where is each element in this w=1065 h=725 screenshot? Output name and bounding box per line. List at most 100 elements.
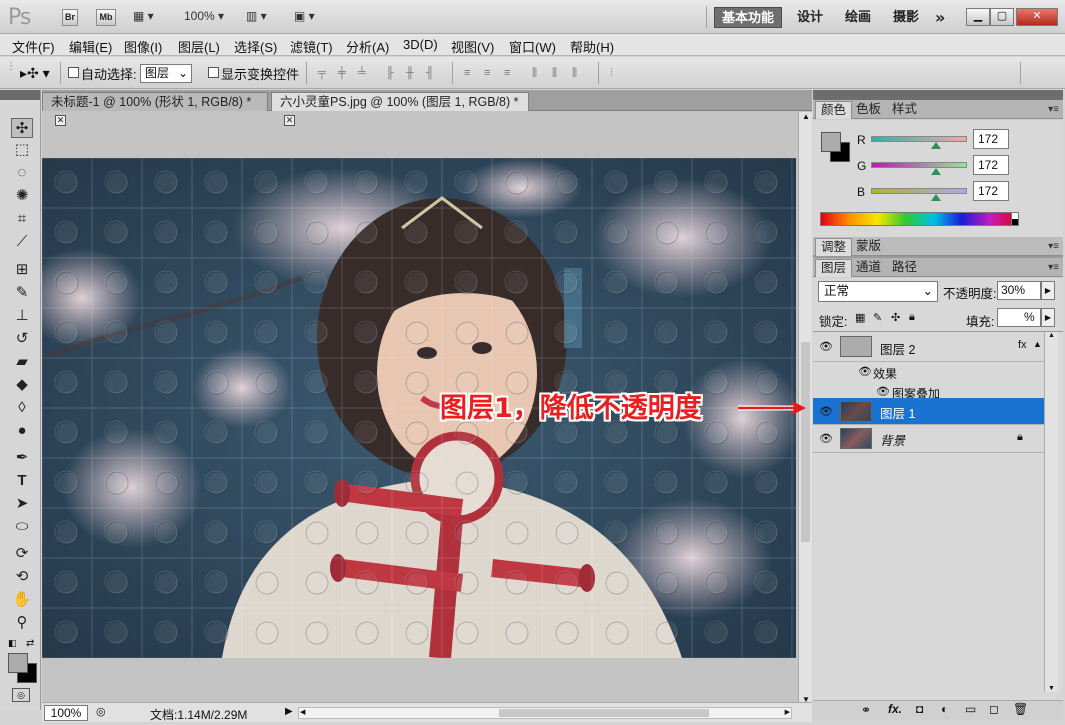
- layers-scrollbar[interactable]: ▲ ▼: [1044, 332, 1058, 692]
- auto-align-layers-icon[interactable]: ⫶: [610, 67, 624, 79]
- new-group-icon[interactable]: ▭: [965, 702, 976, 716]
- eye-icon[interactable]: 👁︎: [858, 365, 872, 378]
- workspace-basic[interactable]: 基本功能: [714, 7, 783, 28]
- distribute-bottom-icon[interactable]: ≡: [504, 67, 518, 79]
- panel-menu-icon[interactable]: ▾≡: [1048, 262, 1059, 273]
- workspace-design[interactable]: 设计: [790, 7, 830, 28]
- green-slider[interactable]: [871, 162, 967, 168]
- close-icon[interactable]: ✕: [55, 115, 66, 127]
- fill-slider-arrow-icon[interactable]: ▶: [1041, 308, 1055, 327]
- zoom-field[interactable]: 100%: [44, 705, 88, 721]
- fx-icon[interactable]: fx: [1018, 339, 1027, 351]
- align-top-icon[interactable]: ╤: [318, 67, 332, 79]
- zoom-tool-icon[interactable]: ⚲: [11, 613, 33, 633]
- bridge-button[interactable]: Br: [62, 9, 78, 26]
- menu-image[interactable]: 图像(I): [124, 37, 162, 56]
- distribute-right-icon[interactable]: ⫼: [572, 67, 586, 79]
- align-hcenter-icon[interactable]: ╫: [406, 67, 420, 79]
- close-icon[interactable]: ✕: [284, 115, 295, 127]
- eraser-tool-icon[interactable]: ▰: [11, 352, 33, 372]
- status-menu-arrow-icon[interactable]: ▶: [285, 706, 293, 717]
- scroll-up-icon[interactable]: ▲: [1048, 332, 1055, 339]
- move-tool-preset-icon[interactable]: ▸✣ ▾: [20, 65, 50, 82]
- color-spectrum[interactable]: [820, 212, 1019, 226]
- brush-tool-icon[interactable]: ✎: [11, 283, 33, 303]
- move-tool-icon[interactable]: ✣: [11, 118, 33, 138]
- panel-dock-header[interactable]: [813, 90, 1063, 100]
- 3d-orbit-tool-icon[interactable]: ⟲: [11, 567, 33, 587]
- menu-help[interactable]: 帮助(H): [570, 37, 614, 56]
- new-layer-icon[interactable]: ◻: [989, 702, 999, 716]
- blur-tool-icon[interactable]: ◊: [11, 398, 33, 418]
- tab-adjustments[interactable]: 调整: [815, 238, 853, 256]
- auto-select-checkbox[interactable]: [68, 67, 79, 78]
- tab-layers[interactable]: 图层: [815, 259, 853, 277]
- align-vcenter-icon[interactable]: ╪: [338, 67, 352, 79]
- minimize-button[interactable]: ▁: [966, 8, 990, 26]
- green-slider-knob[interactable]: [931, 168, 941, 175]
- scroll-right-icon[interactable]: ▶: [785, 708, 790, 716]
- 3d-rotate-tool-icon[interactable]: ⟳: [11, 544, 33, 564]
- swap-colors-icon[interactable]: ⇄: [26, 638, 34, 649]
- lock-all-icon[interactable]: 🔒︎: [909, 311, 915, 324]
- close-button[interactable]: ✕: [1016, 8, 1058, 26]
- layer-row[interactable]: 👁︎ 背景 🔒︎: [813, 425, 1044, 453]
- eye-icon[interactable]: 👁︎: [876, 385, 890, 398]
- menu-3d[interactable]: 3D(D): [403, 37, 438, 52]
- show-transform-checkbox[interactable]: [208, 67, 219, 78]
- menu-layer[interactable]: 图层(L): [178, 37, 220, 56]
- history-brush-tool-icon[interactable]: ↺: [11, 329, 33, 349]
- quick-mask-icon[interactable]: ◎: [12, 688, 30, 702]
- maximize-button[interactable]: ▢: [990, 8, 1014, 26]
- layer-name[interactable]: 图层 2: [880, 339, 915, 358]
- horizontal-scrollbar[interactable]: ◀ ▶: [298, 707, 792, 719]
- crop-tool-icon[interactable]: ⌗: [11, 209, 33, 229]
- opacity-field[interactable]: 30%: [997, 281, 1041, 300]
- eye-icon[interactable]: 👁︎: [819, 340, 833, 353]
- pen-tool-icon[interactable]: ✒: [11, 448, 33, 468]
- tab-active-document[interactable]: 六小灵童PS.jpg @ 100% (图层 1, RGB/8) * ✕: [271, 92, 529, 127]
- align-bottom-icon[interactable]: ╧: [358, 67, 372, 79]
- align-right-icon[interactable]: ╢: [426, 67, 440, 79]
- distribute-top-icon[interactable]: ≡: [464, 67, 478, 79]
- view-extras-dropdown[interactable]: ▦ ▾: [133, 9, 154, 23]
- delete-layer-icon[interactable]: 🗑︎: [1013, 702, 1028, 716]
- dodge-tool-icon[interactable]: ●: [11, 421, 33, 441]
- scroll-left-icon[interactable]: ◀: [300, 708, 305, 716]
- fx-button[interactable]: fx.: [888, 702, 902, 716]
- clone-stamp-tool-icon[interactable]: ⊥: [11, 306, 33, 326]
- add-mask-icon[interactable]: ◘: [916, 702, 923, 716]
- zoom-dropdown[interactable]: 100% ▾: [184, 9, 224, 23]
- lock-transparent-icon[interactable]: ▦: [855, 311, 865, 324]
- hand-tool-icon[interactable]: ✋: [11, 590, 33, 610]
- blue-slider[interactable]: [871, 188, 967, 194]
- quick-select-tool-icon[interactable]: ✺: [11, 186, 33, 206]
- opacity-slider-arrow-icon[interactable]: ▶: [1041, 281, 1055, 300]
- menu-analysis[interactable]: 分析(A): [346, 37, 389, 56]
- menu-edit[interactable]: 编辑(E): [69, 37, 112, 56]
- panel-menu-icon[interactable]: ▾≡: [1048, 241, 1059, 252]
- menu-select[interactable]: 选择(S): [234, 37, 277, 56]
- distribute-hcenter-icon[interactable]: ⫼: [552, 67, 566, 79]
- layer-row-selected[interactable]: 👁︎ 图层 1: [813, 398, 1044, 425]
- blend-mode-dropdown[interactable]: 正常 ⌄: [818, 281, 938, 302]
- menu-view[interactable]: 视图(V): [451, 37, 494, 56]
- red-value[interactable]: 172: [973, 129, 1009, 149]
- red-slider-knob[interactable]: [931, 142, 941, 149]
- tab-color[interactable]: 颜色: [815, 101, 853, 119]
- scroll-down-icon[interactable]: ▼: [1048, 685, 1055, 692]
- adjustment-layer-icon[interactable]: ◐: [941, 702, 948, 716]
- panel-menu-icon[interactable]: ▾≡: [1048, 104, 1059, 115]
- tab-styles[interactable]: 样式: [887, 101, 922, 119]
- minibridge-button[interactable]: Mb: [96, 9, 116, 26]
- shape-tool-icon[interactable]: ⬭: [11, 517, 33, 537]
- arrange-documents-dropdown[interactable]: ▥ ▾: [246, 9, 267, 23]
- tab-masks[interactable]: 蒙版: [851, 238, 886, 256]
- tools-panel-header[interactable]: [0, 90, 40, 100]
- spot-healing-tool-icon[interactable]: ⊞: [11, 260, 33, 280]
- path-selection-tool-icon[interactable]: ➤: [11, 494, 33, 514]
- auto-select-dropdown[interactable]: 图层 ⌄: [140, 64, 192, 83]
- fill-field[interactable]: %: [997, 308, 1041, 327]
- screen-mode-dropdown[interactable]: ▣ ▾: [294, 9, 315, 23]
- lock-pixels-icon[interactable]: ✎: [873, 311, 882, 324]
